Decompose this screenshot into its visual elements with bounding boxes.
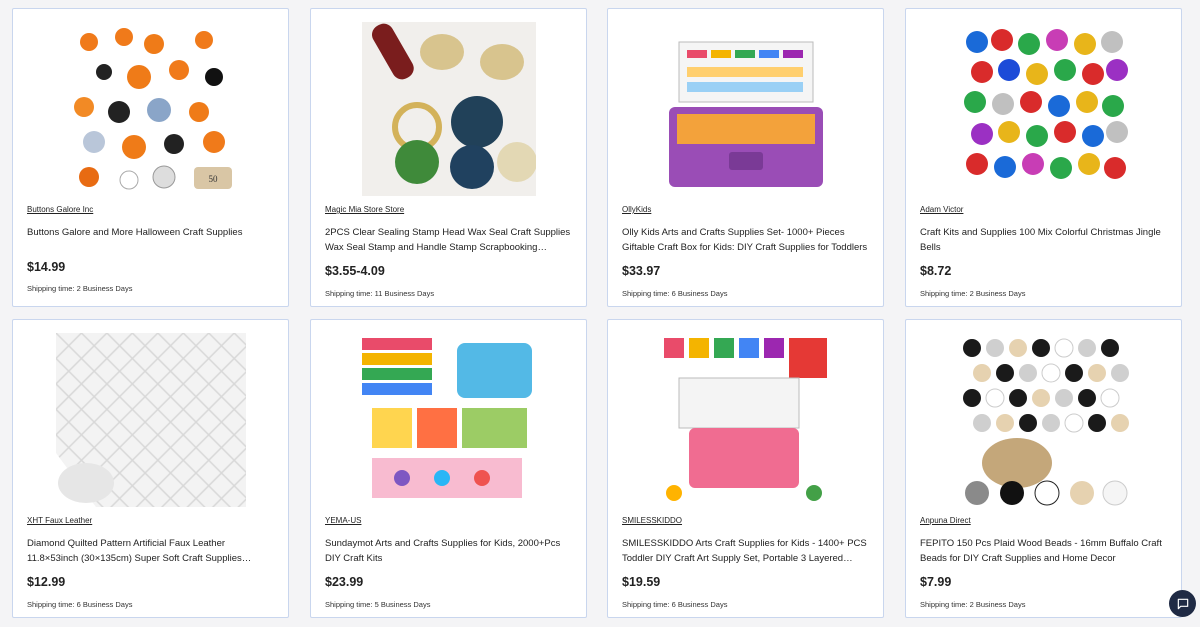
product-image[interactable]	[55, 333, 246, 507]
product-grid: 50 Buttons Galore Inc Buttons Galore and…	[0, 0, 1200, 627]
product-card[interactable]: Magic Mia Store Store 2PCS Clear Sealing…	[310, 8, 587, 307]
seller-link[interactable]: Adam Victor	[920, 205, 963, 214]
product-price: $33.97	[622, 264, 661, 278]
chat-bubble-icon[interactable]	[1169, 590, 1196, 617]
product-title[interactable]: 2PCS Clear Sealing Stamp Head Wax Seal C…	[325, 225, 575, 255]
product-price: $14.99	[27, 260, 66, 274]
shipping-time: Shipping time: 2 Business Days	[920, 289, 1026, 298]
product-price: $7.99	[920, 575, 952, 589]
product-price: $19.59	[622, 575, 661, 589]
shipping-time: Shipping time: 6 Business Days	[622, 289, 728, 298]
shipping-time: Shipping time: 6 Business Days	[622, 600, 728, 609]
product-price: $8.72	[920, 264, 952, 278]
product-image[interactable]	[658, 333, 833, 507]
product-card[interactable]: YEMA-US Sundaymot Arts and Crafts Suppli…	[310, 319, 587, 618]
product-card[interactable]: 50 Buttons Galore Inc Buttons Galore and…	[12, 8, 289, 307]
svg-text:50: 50	[208, 174, 218, 184]
product-card[interactable]: Anpuna Direct FEPITO 150 Pcs Plaid Wood …	[905, 319, 1182, 618]
shipping-time: Shipping time: 2 Business Days	[27, 284, 133, 293]
shipping-time: Shipping time: 6 Business Days	[27, 600, 133, 609]
product-title[interactable]: Buttons Galore and More Halloween Craft …	[27, 225, 277, 240]
shipping-time: Shipping time: 11 Business Days	[325, 289, 435, 298]
seller-link[interactable]: Anpuna Direct	[920, 516, 971, 525]
seller-link[interactable]: Buttons Galore Inc	[27, 205, 93, 214]
product-image[interactable]	[361, 22, 536, 196]
product-image[interactable]	[658, 22, 833, 196]
product-price: $23.99	[325, 575, 364, 589]
product-image[interactable]	[361, 333, 536, 507]
product-card[interactable]: SMILESSKIDDO SMILESSKIDDO Arts Craft Sup…	[607, 319, 884, 618]
product-title[interactable]: Olly Kids Arts and Crafts Supplies Set- …	[622, 225, 872, 255]
product-title[interactable]: FEPITO 150 Pcs Plaid Wood Beads - 16mm B…	[920, 536, 1170, 566]
product-title[interactable]: Diamond Quilted Pattern Artificial Faux …	[27, 536, 277, 566]
seller-link[interactable]: Magic Mia Store Store	[325, 205, 404, 214]
seller-link[interactable]: SMILESSKIDDO	[622, 516, 682, 525]
product-image[interactable]	[956, 22, 1131, 196]
seller-link[interactable]: YEMA-US	[325, 516, 361, 525]
product-image[interactable]	[956, 333, 1131, 507]
product-price: $12.99	[27, 575, 66, 589]
product-price: $3.55-4.09	[325, 264, 385, 278]
product-title[interactable]: Craft Kits and Supplies 100 Mix Colorful…	[920, 225, 1170, 255]
product-title[interactable]: Sundaymot Arts and Crafts Supplies for K…	[325, 536, 575, 566]
seller-link[interactable]: OllyKids	[622, 205, 651, 214]
seller-link[interactable]: XHT Faux Leather	[27, 516, 92, 525]
product-title[interactable]: SMILESSKIDDO Arts Craft Supplies for Kid…	[622, 536, 872, 566]
shipping-time: Shipping time: 2 Business Days	[920, 600, 1026, 609]
product-card[interactable]: Adam Victor Craft Kits and Supplies 100 …	[905, 8, 1182, 307]
product-image[interactable]: 50	[63, 22, 238, 196]
product-card[interactable]: XHT Faux Leather Diamond Quilted Pattern…	[12, 319, 289, 618]
shipping-time: Shipping time: 5 Business Days	[325, 600, 431, 609]
product-card[interactable]: OllyKids Olly Kids Arts and Crafts Suppl…	[607, 8, 884, 307]
